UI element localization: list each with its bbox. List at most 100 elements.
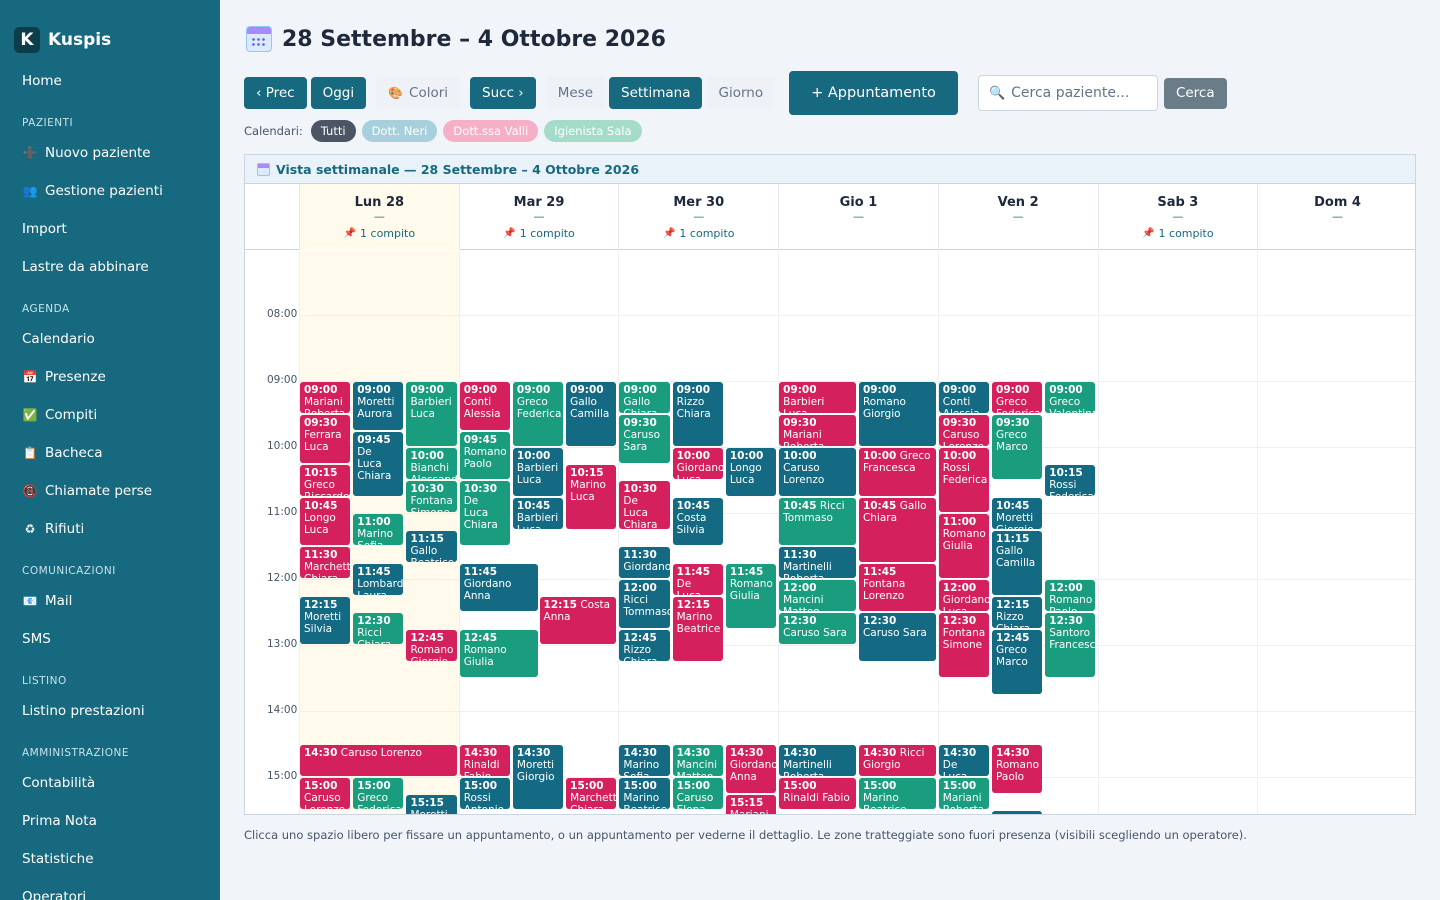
filter-chip-tutti[interactable]: Tutti (310, 120, 356, 142)
appointment[interactable]: 09:00Mariani Roberta (300, 382, 351, 413)
appointment[interactable] (992, 811, 1043, 814)
appointment[interactable]: 12:30Santoro Francesco (1045, 613, 1096, 677)
appointment[interactable]: 12:00Giordano Luca (938, 580, 990, 611)
sidebar-item-nuovo-paziente[interactable]: ➕ Nuovo paziente (0, 134, 220, 172)
appointment[interactable]: 10:00Bianchi Alessandro (406, 448, 457, 479)
sidebar-item-statistiche[interactable]: Statistiche (0, 840, 220, 878)
appointment[interactable]: 09:00Greco Valentina (1045, 382, 1096, 413)
appointment[interactable]: 14:30De Luca Riccardo (938, 745, 990, 776)
sidebar-item-lastre[interactable]: Lastre da abbinare (0, 248, 220, 286)
appointment[interactable]: 12:00Romano Paolo (1045, 580, 1096, 611)
sidebar-item-rifiuti[interactable]: ♻ Rifiuti (0, 510, 220, 548)
day-task-badge[interactable]: 📌 1 compito (1099, 227, 1258, 240)
appointment[interactable]: 14:30Martinelli Roberta (779, 745, 856, 776)
appointment[interactable]: 09:00Greco Federica (992, 382, 1043, 413)
appointment[interactable]: 12:45Rizzo Chiara (619, 629, 670, 661)
appointment[interactable]: 10:45 Costa Silvia (672, 497, 723, 545)
appointment[interactable]: 15:15 Mariani (725, 794, 777, 814)
appointment[interactable]: 09:30 Caruso Sara (619, 415, 670, 463)
appointment[interactable]: 10:30 De Luca Chiara (619, 481, 670, 529)
appointment[interactable]: 10:45 Gallo Chiara (858, 497, 936, 562)
appointment[interactable]: 15:00Marino Beatrice (619, 778, 670, 809)
filter-chip-sala[interactable]: Igienista Sala (544, 120, 642, 142)
appointment[interactable]: 09:00 Moretti Aurora (353, 382, 404, 430)
appointment[interactable]: 10:00 Caruso Lorenzo (779, 448, 856, 496)
appointment[interactable]: 10:15Greco Riccardo (300, 464, 351, 496)
sidebar-item-gestione-pazienti[interactable]: 👥 Gestione pazienti (0, 172, 220, 210)
day-header[interactable]: Gio 1— (778, 184, 938, 250)
appointment[interactable]: 15:00Caruso Elena (672, 778, 723, 809)
appointment[interactable]: 12:30 Caruso Sara (779, 613, 856, 644)
time-grid[interactable]: 07:00 08:00 09:00 10:00 11:00 12:00 13:00 14:00… (245, 251, 1415, 814)
appointment[interactable]: 12:15Rizzo Chiara (992, 596, 1043, 628)
search-input[interactable] (1011, 85, 1152, 101)
appointment[interactable]: 11:45 Giordano Anna (459, 563, 538, 611)
appointment[interactable]: 10:00 Rossi Federica (938, 448, 990, 512)
appointment[interactable]: 09:30 Ferrara Luca (300, 415, 351, 463)
day-header[interactable]: Mar 29— 📌 1 compito (458, 184, 619, 250)
appointment[interactable]: 15:00 Rinaldi Fabio (779, 778, 856, 809)
appointment[interactable]: 14:30 Moretti Giorgio (512, 745, 564, 809)
appointment[interactable]: 14:30 Romano Paolo (992, 745, 1043, 793)
appointment[interactable]: 15:15 Moretti (406, 794, 457, 814)
appointment[interactable]: 11:00 Romano Giulia (938, 514, 990, 578)
appointment[interactable]: 09:45 De Luca Chiara (353, 431, 404, 496)
day-header[interactable]: Ven 2— (937, 184, 1098, 250)
sidebar-item-bacheca[interactable]: 📋 Bacheca (0, 434, 220, 472)
day-view-button[interactable]: Giorno (706, 77, 776, 109)
appointment[interactable]: 15:00Rossi Antonio (459, 778, 510, 809)
new-appointment-button[interactable]: + Appuntamento (789, 71, 958, 115)
filter-chip-neri[interactable]: Dott. Neri (361, 120, 438, 142)
sidebar-item-contabilita[interactable]: Contabilità (0, 764, 220, 802)
appointment[interactable]: 10:15Rossi Federica (1045, 464, 1096, 496)
appointment[interactable]: 11:30 Giordano (619, 547, 670, 578)
appointment[interactable]: 12:30Ricci Chiara (353, 613, 404, 644)
appointment[interactable]: 11:30Martinelli Roberta (779, 547, 856, 578)
appointment[interactable]: 14:30 Ricci Giorgio (858, 745, 936, 776)
appointment[interactable]: 11:15Gallo Beatrice (406, 530, 457, 562)
appointment[interactable]: 12:45 Romano Giulia (459, 629, 538, 677)
appointment[interactable]: 15:00 Marino Beatrice (858, 778, 936, 809)
appointment[interactable]: 12:30 Fontana Simone (938, 613, 990, 677)
appointment[interactable]: 09:00Conti Alessia (459, 382, 510, 430)
appointment[interactable]: 15:00Greco Federica (353, 778, 404, 809)
appointment[interactable]: 11:45 Romano Giulia (725, 563, 777, 628)
appointment[interactable]: 11:15 Gallo Camilla (992, 530, 1043, 595)
sidebar-item-chiamate-perse[interactable]: 📵 Chiamate perse (0, 472, 220, 510)
day-header[interactable]: Mer 30— 📌 1 compito (618, 184, 778, 250)
appointment[interactable]: 09:45 Romano Paolo (459, 431, 510, 479)
appointment[interactable]: 15:00Mariani Roberta (938, 778, 990, 809)
month-view-button[interactable]: Mese (545, 77, 606, 109)
appointment[interactable]: 09:00 Gallo Camilla (566, 382, 617, 446)
colors-button[interactable]: 🎨 Colori (376, 77, 461, 109)
appointment[interactable]: 09:00 Rizzo Chiara (672, 382, 723, 446)
sidebar-item-prima-nota[interactable]: Prima Nota (0, 802, 220, 840)
search-button[interactable]: Cerca (1163, 77, 1227, 109)
appointment[interactable]: 12:30 Caruso Sara (858, 613, 936, 661)
appointment[interactable]: 09:00 Barbieri Luca (779, 382, 856, 413)
appointment[interactable]: 14:30 Caruso Lorenzo (300, 745, 457, 776)
day-task-badge[interactable]: 📌 1 compito (619, 227, 778, 240)
appointment[interactable]: 11:45Lombardi Laura (353, 563, 404, 595)
appointment[interactable]: 10:30Fontana Simone (406, 481, 457, 512)
appointment[interactable]: 09:00 Barbieri Luca (406, 382, 457, 446)
prev-button[interactable]: ‹ Prec (244, 77, 307, 109)
sidebar-item-compiti[interactable]: ✅ Compiti (0, 396, 220, 434)
sidebar-item-listino[interactable]: Listino prestazioni (0, 692, 220, 730)
appointment[interactable]: 10:30 De Luca Chiara (459, 481, 510, 545)
today-button[interactable]: Oggi (310, 77, 367, 109)
appointment[interactable]: 09:00Gallo Chiara (619, 382, 670, 413)
appointment[interactable]: 09:30Caruso Lorenzo (938, 415, 990, 446)
appointment[interactable]: 09:00Greco Federica (512, 382, 564, 446)
appointment[interactable]: 09:00Conti Alessia (938, 382, 990, 413)
appointment[interactable]: 09:00 Romano Giorgio (858, 382, 936, 446)
appointment[interactable]: 10:45Barbieri Luca (512, 497, 564, 529)
appointment[interactable]: 11:45 Fontana Lorenzo (858, 563, 936, 611)
appointment[interactable]: 14:30Rinaldi Fabio (459, 745, 510, 776)
sidebar-item-calendario[interactable]: Calendario (0, 320, 220, 358)
sidebar-item-import[interactable]: Import (0, 210, 220, 248)
filter-chip-valli[interactable]: Dott.ssa Valli (443, 120, 539, 142)
appointment[interactable]: 12:00 Mancini Matteo (779, 580, 856, 611)
sidebar-item-home[interactable]: Home (0, 62, 220, 100)
sidebar-item-sms[interactable]: SMS (0, 620, 220, 658)
